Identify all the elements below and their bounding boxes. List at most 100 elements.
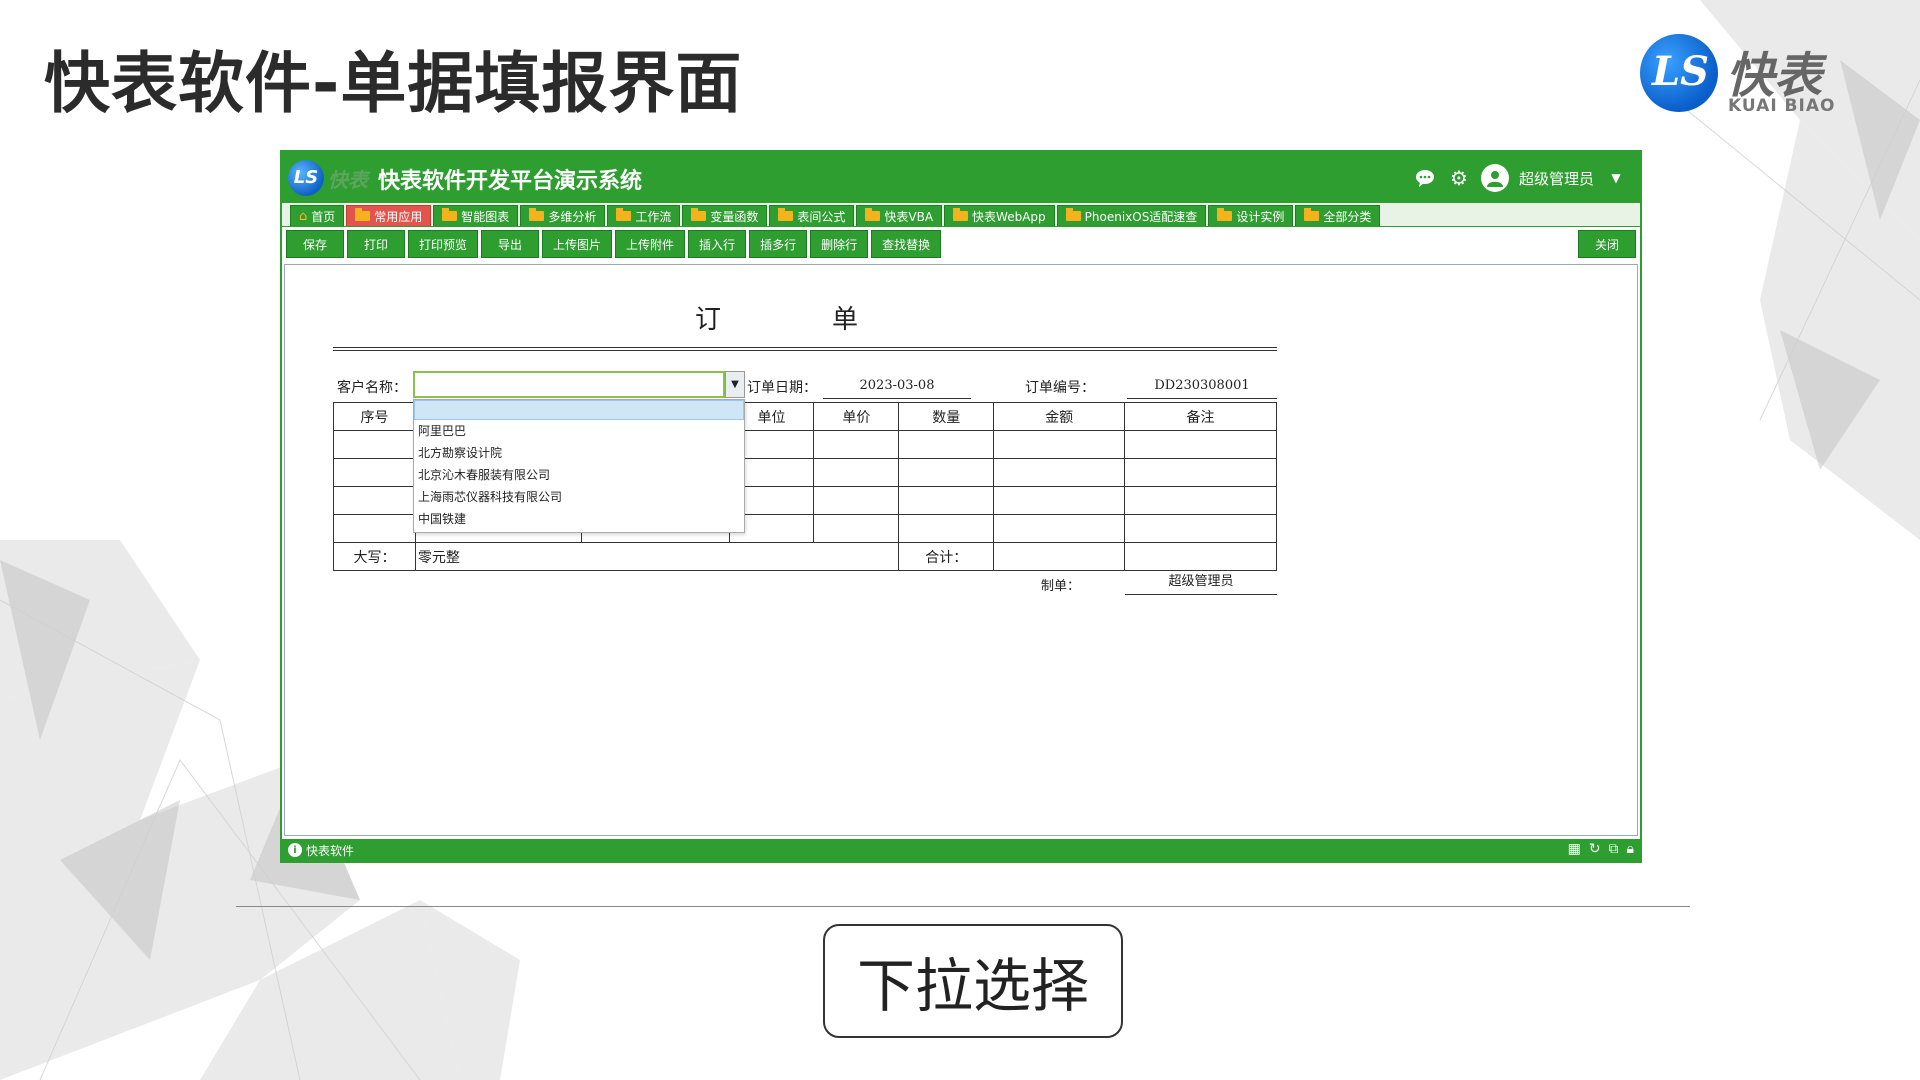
tab-webapp[interactable]: 快表WebApp — [944, 205, 1055, 226]
table-cell[interactable] — [333, 430, 416, 459]
date-label: 订单日期： — [747, 380, 817, 396]
summary-row: 大写： 零元整 合计： — [333, 542, 1277, 571]
user-icon[interactable] — [1480, 164, 1509, 192]
table-cell[interactable] — [898, 430, 995, 459]
total-label: 合计： — [898, 542, 995, 571]
daxie-label: 大写： — [333, 542, 416, 571]
column-header: 单价 — [813, 402, 900, 431]
column-header: 金额 — [993, 402, 1126, 431]
table-cell[interactable] — [333, 458, 416, 487]
delete-row-button[interactable]: 删除行 — [810, 230, 869, 258]
tab-label: 多维分析 — [548, 209, 597, 224]
chat-icon[interactable] — [1413, 166, 1437, 190]
save-button[interactable]: 保存 — [286, 230, 344, 258]
lock-icon[interactable]: 🔒︎ — [1627, 841, 1634, 857]
table-cell[interactable] — [1124, 458, 1277, 487]
dropdown-option[interactable]: 阿里巴巴 — [414, 420, 744, 442]
brand-mark-icon: LS — [1640, 34, 1718, 112]
table-cell[interactable] — [333, 486, 416, 515]
status-text: 快表软件 — [306, 843, 355, 858]
table-cell[interactable] — [813, 514, 900, 543]
tab-workflow[interactable]: 工作流 — [607, 205, 681, 226]
app-logo-icon: LS — [288, 160, 324, 196]
tab-variable-functions[interactable]: 变量函数 — [682, 205, 768, 226]
app-window: LS 快表 快表软件开发平台演示系统 ⚙ 超级管理员 ▼ ⌂ 首页 常用应用 智能… — [280, 150, 1642, 863]
tab-label: 快表VBA — [884, 209, 934, 224]
form-title-right: 单 — [832, 305, 860, 335]
table-cell[interactable] — [993, 458, 1126, 487]
grid-icon[interactable]: ▦ — [1568, 841, 1581, 857]
customer-input[interactable] — [413, 371, 725, 398]
print-preview-button[interactable]: 打印预览 — [408, 230, 479, 258]
table-cell[interactable] — [813, 458, 900, 487]
folder-icon — [691, 208, 707, 221]
column-header: 备注 — [1124, 402, 1277, 431]
dropdown-option[interactable]: 北方勘察设计院 — [414, 442, 744, 464]
table-cell[interactable] — [333, 514, 416, 543]
brand-name-en: KUAI BIAO — [1728, 96, 1836, 116]
dropdown-arrow-icon[interactable]: ▼ — [725, 371, 745, 398]
order-number-label: 订单编号： — [1025, 380, 1095, 396]
tab-common-apps[interactable]: 常用应用 — [346, 205, 432, 226]
table-cell[interactable] — [1124, 486, 1277, 515]
column-header: 序号 — [333, 402, 416, 431]
refresh-icon[interactable]: ↻ — [1589, 841, 1601, 857]
column-header: 数量 — [898, 402, 995, 431]
user-name[interactable]: 超级管理员 — [1519, 168, 1594, 189]
date-field[interactable]: 2023-03-08 — [823, 375, 971, 399]
table-cell[interactable] — [1124, 430, 1277, 459]
tab-design-examples[interactable]: 设计实例 — [1208, 205, 1294, 226]
tab-smart-charts[interactable]: 智能图表 — [433, 205, 519, 226]
form-area: 订单 客户名称： ▼ 订单日期： 2023-03-08 订单编号： DD2303… — [284, 264, 1638, 836]
status-bar: i 快表软件 ▦ ↻ ⧉ 🔒︎ — [282, 839, 1640, 861]
insert-rows-button[interactable]: 插多行 — [749, 230, 808, 258]
customer-dropdown-list: 阿里巴巴 北方勘察设计院 北京沁木春服装有限公司 上海雨芯仪器科技有限公司 中国… — [413, 399, 745, 533]
daxie-value: 零元整 — [414, 542, 900, 571]
folder-icon — [355, 208, 371, 221]
tab-table-formulas[interactable]: 表间公式 — [769, 205, 855, 226]
tab-bar: ⌂ 首页 常用应用 智能图表 多维分析 工作流 变量函数 表间公式 快表VBA 快… — [282, 203, 1640, 227]
title-rule — [333, 347, 1277, 351]
table-cell[interactable] — [993, 430, 1126, 459]
tab-label: 全部分类 — [1323, 209, 1372, 224]
upload-image-button[interactable]: 上传图片 — [542, 230, 613, 258]
table-cell[interactable] — [813, 430, 900, 459]
dropdown-option[interactable]: 中国铁建 — [414, 508, 744, 530]
print-button[interactable]: 打印 — [347, 230, 405, 258]
home-icon: ⌂ — [299, 208, 308, 224]
order-number-field[interactable]: DD230308001 — [1127, 375, 1277, 399]
tab-phoenixos[interactable]: PhoenixOS适配速查 — [1056, 205, 1207, 226]
table-cell[interactable] — [898, 458, 995, 487]
customer-label: 客户名称： — [337, 380, 407, 396]
tab-all-categories[interactable]: 全部分类 — [1295, 205, 1381, 226]
tab-label: 快表WebApp — [972, 209, 1046, 224]
external-icon[interactable]: ⧉ — [1609, 841, 1619, 857]
close-button[interactable]: 关闭 — [1578, 230, 1636, 258]
folder-icon — [865, 208, 881, 221]
tab-multidim-analysis[interactable]: 多维分析 — [520, 205, 606, 226]
table-cell[interactable] — [813, 486, 900, 515]
dropdown-option[interactable]: 上海雨芯仪器科技有限公司 — [414, 486, 744, 508]
folder-icon — [778, 208, 794, 221]
gear-icon[interactable]: ⚙ — [1447, 166, 1471, 190]
table-cell[interactable] — [1124, 514, 1277, 543]
export-button[interactable]: 导出 — [481, 230, 540, 258]
brand-logo: LS 快表 KUAI BIAO — [1640, 30, 1840, 120]
table-cell[interactable] — [898, 514, 995, 543]
upload-attachment-button[interactable]: 上传附件 — [615, 230, 686, 258]
dropdown-option-empty[interactable] — [414, 400, 744, 420]
total-value — [993, 542, 1126, 571]
caption-box: 下拉选择 — [823, 924, 1123, 1038]
tab-home[interactable]: ⌂ 首页 — [290, 205, 345, 226]
dropdown-option[interactable]: 北京沁木春服装有限公司 — [414, 464, 744, 486]
tab-vba[interactable]: 快表VBA — [856, 205, 943, 226]
table-cell[interactable] — [993, 514, 1126, 543]
table-cell[interactable] — [993, 486, 1126, 515]
table-cell[interactable] — [898, 486, 995, 515]
folder-icon — [529, 208, 545, 221]
caret-down-icon[interactable]: ▼ — [1604, 166, 1628, 190]
app-title: 快表软件开发平台演示系统 — [378, 168, 643, 194]
form-title: 订单 — [695, 299, 859, 336]
insert-row-button[interactable]: 插入行 — [688, 230, 747, 258]
find-replace-button[interactable]: 查找替换 — [871, 230, 942, 258]
